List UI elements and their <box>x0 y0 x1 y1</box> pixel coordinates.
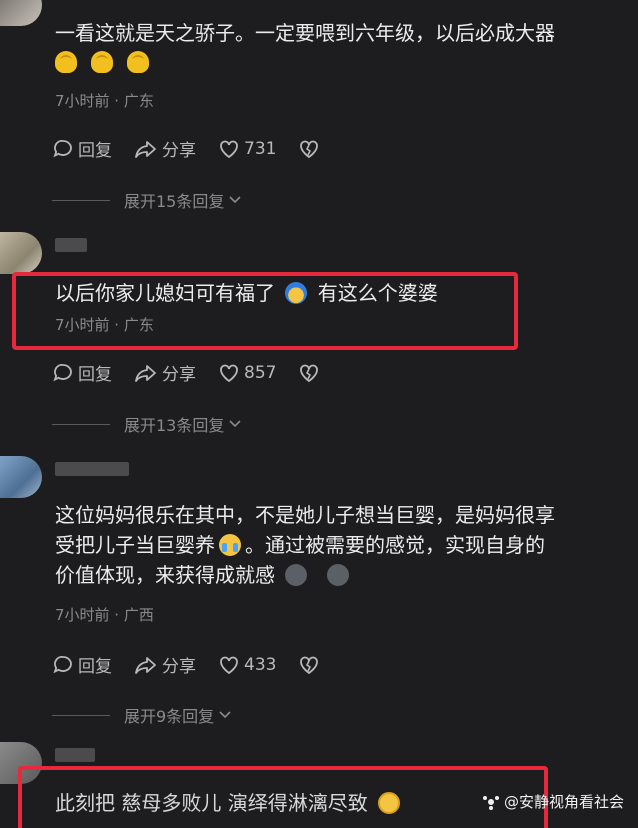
highlight-box <box>12 272 518 350</box>
dislike-button[interactable] <box>298 138 324 160</box>
share-button[interactable]: 分享 <box>134 136 196 161</box>
avatar[interactable] <box>0 232 42 274</box>
heart-icon <box>220 656 238 674</box>
reply-icon <box>53 139 72 157</box>
share-icon <box>135 656 156 674</box>
heart-icon <box>220 364 238 382</box>
share-button[interactable]: 分享 <box>134 652 196 677</box>
reply-button[interactable]: 回复 <box>52 652 112 677</box>
crying-face-emoji-icon <box>219 534 241 556</box>
reply-icon <box>53 363 72 381</box>
expand-replies[interactable]: 展开13条回复 <box>52 412 242 436</box>
username-redacted <box>55 748 95 762</box>
comment-text: 这位妈妈很乐在其中，不是她儿子想当巨婴，是妈妈很享 受把儿子当巨婴养 。通过被需要… <box>55 503 555 587</box>
dislike-button[interactable] <box>298 362 324 384</box>
reply-button[interactable]: 回复 <box>52 136 112 161</box>
chevron-down-icon <box>229 420 241 428</box>
clap-emoji-icon <box>127 51 149 73</box>
clap-emoji-icon <box>91 51 113 73</box>
heart-icon <box>220 140 238 158</box>
comment-meta: 7小时前 · 广西 <box>55 606 154 624</box>
share-button[interactable]: 分享 <box>134 360 196 385</box>
comment-meta: 7小时前 · 广东 <box>55 92 154 110</box>
broken-heart-icon <box>300 140 319 158</box>
like-button[interactable]: 857 <box>218 362 276 384</box>
reply-button[interactable]: 回复 <box>52 360 112 385</box>
watermark: @安静视角看社会 <box>482 791 624 812</box>
comment-actions: 回复 分享 433 <box>52 652 346 677</box>
expand-replies[interactable]: 展开9条回复 <box>52 703 232 727</box>
dark-face-emoji-icon <box>285 564 307 586</box>
like-button[interactable]: 731 <box>218 138 276 160</box>
clap-emoji-icon <box>55 51 77 73</box>
broken-heart-icon <box>300 656 319 674</box>
highlight-box <box>18 766 548 828</box>
chevron-down-icon <box>219 711 231 719</box>
like-button[interactable]: 433 <box>218 654 276 676</box>
comment-actions: 回复 分享 857 <box>52 360 346 385</box>
comment-text: 一看这就是天之骄子。一定要喂到六年级，以后必成大器 <box>55 18 615 78</box>
username-redacted <box>55 238 87 252</box>
expand-replies[interactable]: 展开15条回复 <box>52 188 242 212</box>
dark-face-emoji-icon <box>327 564 349 586</box>
reply-icon <box>53 655 72 673</box>
avatar[interactable] <box>0 0 42 26</box>
dislike-button[interactable] <box>298 654 324 676</box>
avatar[interactable] <box>0 456 42 498</box>
sparkle-icon <box>482 795 499 810</box>
chevron-down-icon <box>229 196 241 204</box>
share-icon <box>135 364 156 382</box>
broken-heart-icon <box>300 364 319 382</box>
share-icon <box>135 140 156 158</box>
username-redacted <box>55 462 129 476</box>
comment-actions: 回复 分享 731 <box>52 136 346 161</box>
